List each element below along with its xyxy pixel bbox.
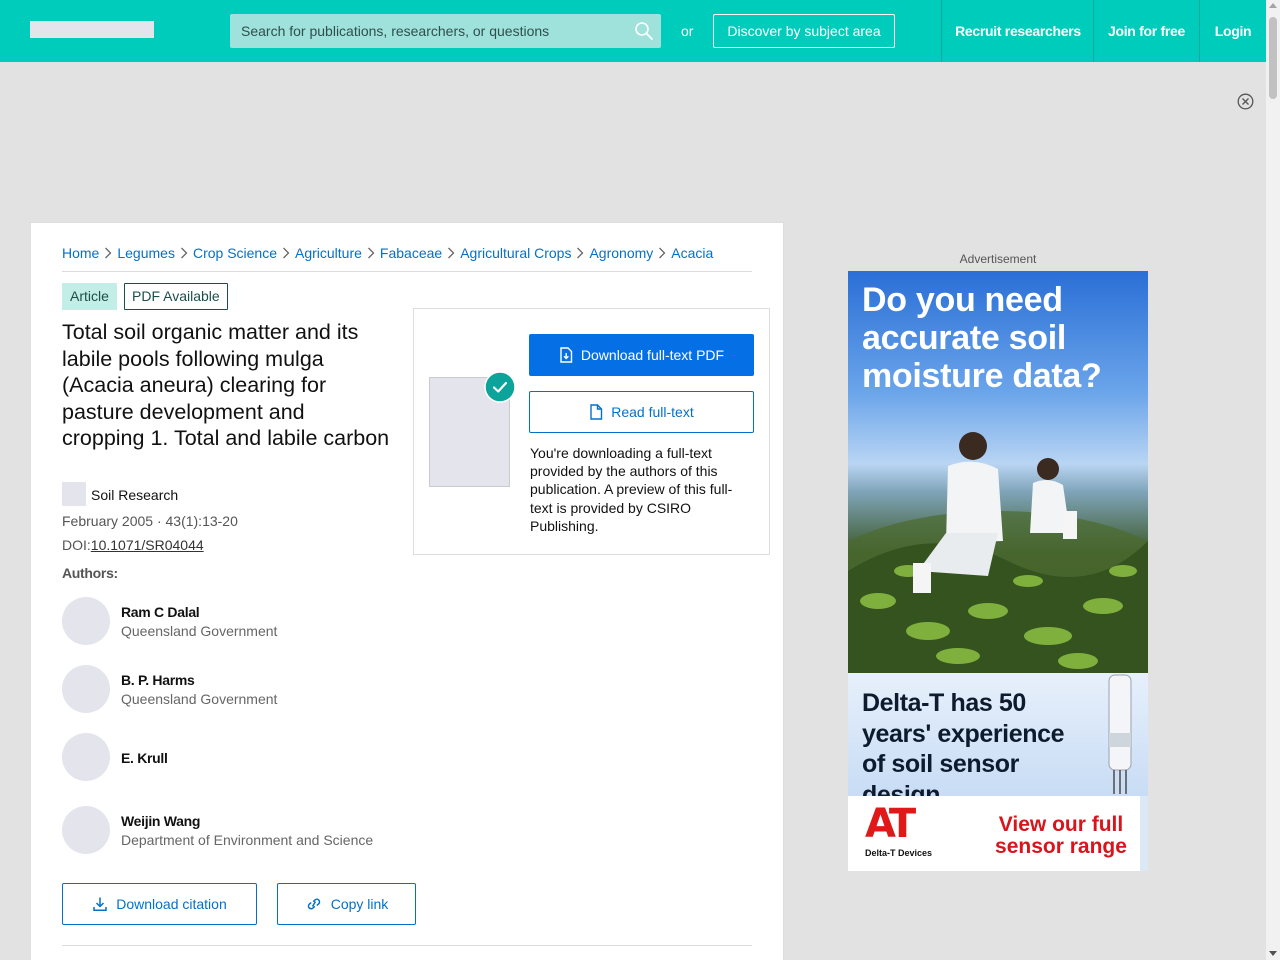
advertisement-label: Advertisement [959,252,1037,266]
advertisement-banner[interactable]: Do you need accurate soil moisture data?… [848,271,1148,871]
doi-label: DOI: [62,537,91,553]
search-input[interactable] [230,14,630,48]
ad-footer: AT Delta-T Devices View our full sensor … [848,796,1148,871]
avatar[interactable] [62,806,110,854]
ad-cta-text[interactable]: View our full sensor range [986,814,1136,858]
close-circle-icon[interactable] [1237,93,1254,110]
avatar[interactable] [62,733,110,781]
login-link[interactable]: Login [1199,0,1266,62]
doi-line: DOI:10.1071/SR04044 [62,537,204,553]
copy-link-label: Copy link [330,896,389,912]
ad-brand-name: Delta-T Devices [865,848,933,858]
scroll-up-arrow-icon[interactable] [1269,3,1277,8]
copy-link-button[interactable]: Copy link [277,883,416,925]
read-full-text-button[interactable]: Read full-text [529,391,754,433]
author-institution[interactable]: Queensland Government [121,623,277,639]
download-icon [93,897,107,911]
chevron-right-icon [577,247,584,259]
breadcrumb-home[interactable]: Home [62,245,99,271]
author-name[interactable]: Ram C Dalal [121,604,200,620]
join-for-free-link[interactable]: Join for free [1093,0,1199,62]
publication-title: Total soil organic matter and its labile… [62,320,390,450]
author-item[interactable]: Ram C Dalal Queensland Government [62,597,402,645]
scroll-down-arrow-icon[interactable] [1269,951,1277,956]
discover-subject-button[interactable]: Discover by subject area [713,14,895,48]
download-full-text-pdf-button[interactable]: Download full-text PDF [529,334,754,376]
author-item[interactable]: Weijin Wang Department of Environment an… [62,806,402,854]
breadcrumb-agronomy[interactable]: Agronomy [589,245,653,271]
author-name[interactable]: B. P. Harms [121,672,195,688]
breadcrumb-agricultural-crops[interactable]: Agricultural Crops [460,245,571,271]
download-panel: Download full-text PDF Read full-text Yo… [413,308,770,555]
authors-heading: Authors: [62,565,118,581]
doi-link[interactable]: 10.1071/SR04044 [91,537,204,553]
ad-subtext: Delta-T has 50 years' experience of soil… [862,689,1065,809]
download-citation-label: Download citation [116,896,227,912]
article-type-badge: Article [62,283,117,310]
document-icon [590,404,603,420]
check-icon [484,371,516,403]
breadcrumb-legumes[interactable]: Legumes [117,245,175,271]
chevron-right-icon [659,247,666,259]
avatar[interactable] [62,665,110,713]
chevron-right-icon [180,247,188,259]
download-note: You're downloading a full-text provided … [530,445,733,534]
read-full-text-label: Read full-text [611,404,694,420]
journal-name[interactable]: Soil Research [91,487,178,503]
search-box[interactable] [230,14,661,48]
soil-sensor-icon [1108,674,1132,794]
breadcrumb: Home Legumes Crop Science Agriculture Fa… [62,245,752,272]
author-item[interactable]: E. Krull [62,733,402,781]
download-citation-button[interactable]: Download citation [62,883,257,925]
author-institution[interactable]: Queensland Government [121,691,277,707]
top-navigation-bar: or Discover by subject area Recruit rese… [0,0,1266,62]
chevron-right-icon [367,247,375,259]
scroll-thumb[interactable] [1269,17,1277,99]
journal-logo [62,482,86,506]
download-full-text-label: Download full-text PDF [580,347,725,363]
download-file-icon [560,347,573,363]
breadcrumb-acacia[interactable]: Acacia [671,245,713,271]
divider [62,945,752,946]
or-separator: or [681,23,694,39]
breadcrumb-fabaceae[interactable]: Fabaceae [380,245,442,271]
ad-footer-panel: AT Delta-T Devices View our full sensor … [848,796,1140,871]
avatar[interactable] [62,597,110,645]
delta-t-logo: AT [865,801,916,847]
author-name[interactable]: E. Krull [121,750,168,766]
publication-date: February 2005 · 43(1):13-20 [62,513,238,529]
recruit-researchers-link[interactable]: Recruit researchers [941,0,1094,62]
author-item[interactable]: B. P. Harms Queensland Government [62,665,402,713]
chevron-right-icon [448,247,455,259]
ad-middle-section: Delta-T has 50 years' experience of soil… [848,673,1148,809]
author-name[interactable]: Weijin Wang [121,813,200,829]
breadcrumb-agriculture[interactable]: Agriculture [295,245,362,271]
ad-headline: Do you need accurate soil moisture data? [862,281,1102,395]
publication-card: Home Legumes Crop Science Agriculture Fa… [30,222,784,960]
link-icon [307,898,320,910]
author-institution[interactable]: Department of Environment and Science [121,832,373,848]
chevron-right-icon [283,247,290,259]
chevron-right-icon [105,247,112,259]
breadcrumb-crop-science[interactable]: Crop Science [193,245,277,271]
pdf-available-badge: PDF Available [124,283,228,310]
search-icon[interactable] [634,21,654,41]
site-logo[interactable] [30,21,154,38]
ad-photo-area: Do you need accurate soil moisture data? [848,271,1148,673]
page-scrollbar[interactable] [1266,0,1280,960]
